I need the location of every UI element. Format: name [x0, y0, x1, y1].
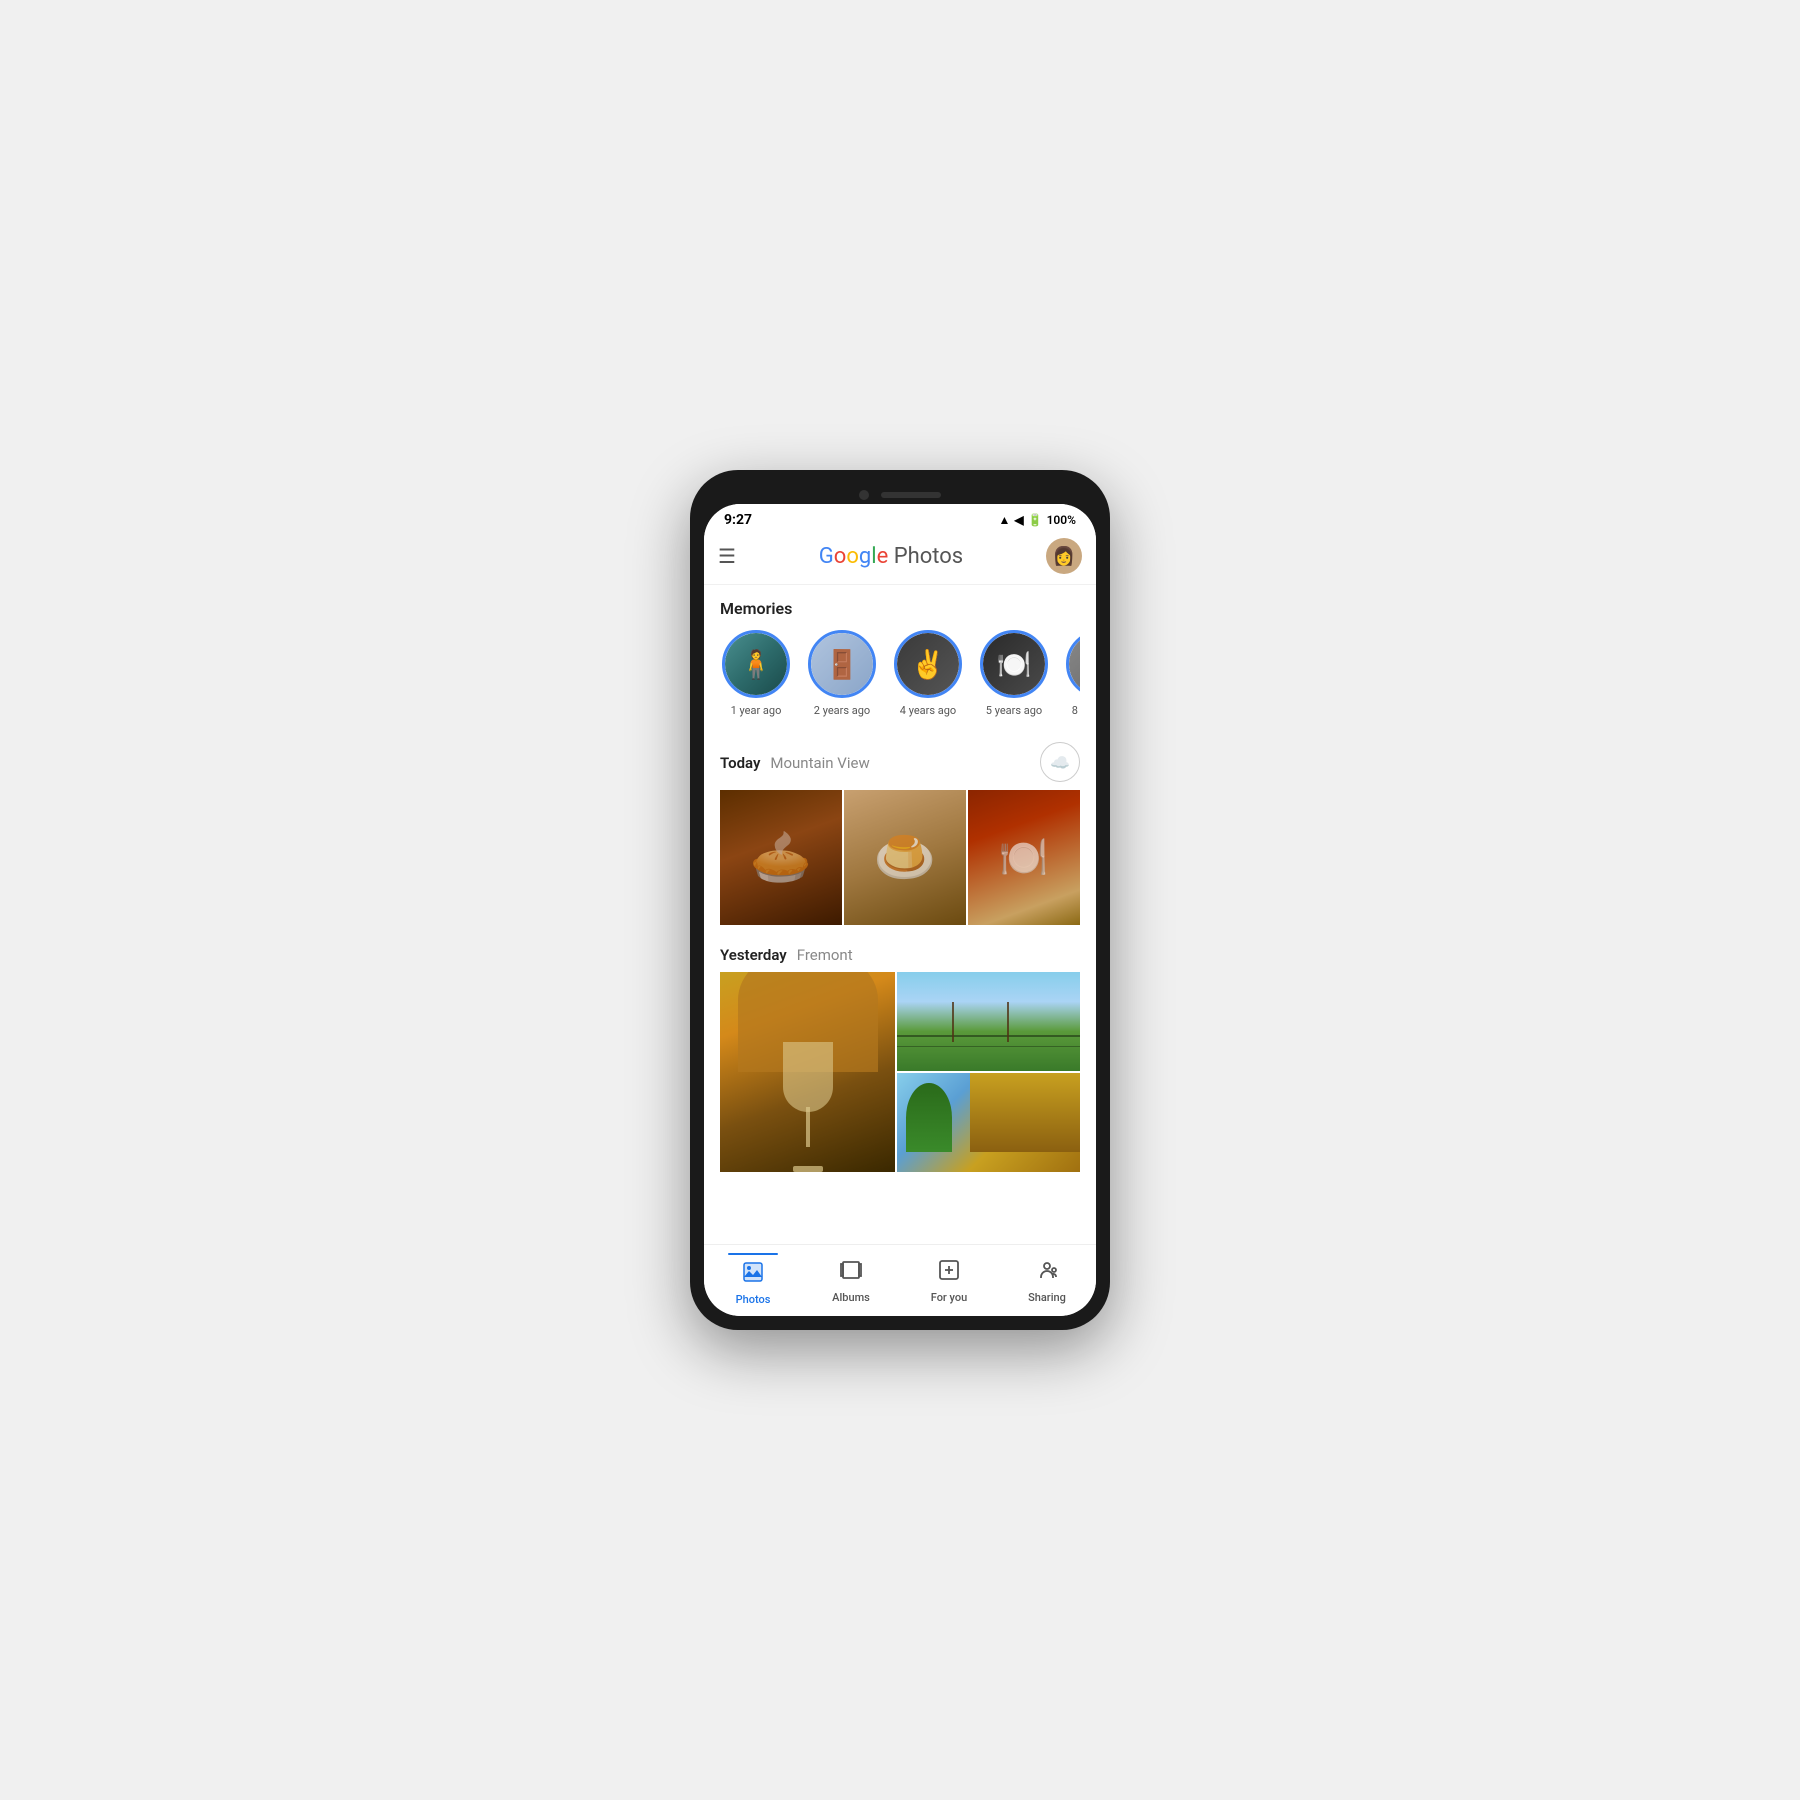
nav-inactive-spacer-3 — [1022, 1253, 1072, 1255]
yesterday-photo-big[interactable] — [720, 972, 895, 1172]
memory-img-8yr: 📷 — [1069, 633, 1080, 695]
avatar-emoji: 👩 — [1053, 546, 1075, 567]
yesterday-photo-building[interactable] — [897, 1073, 1080, 1172]
memory-circle-1yr: 🧍 — [722, 630, 790, 698]
logo-g-letter: G — [819, 544, 834, 569]
today-location: Mountain View — [770, 754, 869, 772]
albums-nav-icon — [839, 1258, 863, 1288]
memory-img-4yr: ✌️ — [897, 633, 959, 695]
foryou-nav-icon — [937, 1258, 961, 1288]
yesterday-location: Fremont — [797, 946, 853, 964]
memory-circle-8yr: 📷 — [1066, 630, 1080, 698]
nav-albums[interactable]: Albums — [802, 1253, 900, 1306]
memories-title: Memories — [720, 599, 1080, 618]
foryou-nav-label: For you — [931, 1291, 967, 1304]
camera-dot — [859, 490, 869, 500]
memory-label-8yr: 8 years ago — [1072, 704, 1080, 718]
yesterday-header: Yesterday Fremont — [720, 945, 1080, 964]
yesterday-photo-vineyard[interactable] — [897, 972, 1080, 1071]
today-label: Today — [720, 754, 760, 772]
today-photo-2[interactable]: 🍮 — [844, 790, 966, 925]
logo-container: Google Photos — [748, 544, 1034, 569]
phone-notch — [704, 484, 1096, 504]
memories-row: 🧍 1 year ago 🚪 2 years ago — [720, 630, 1080, 722]
nav-foryou[interactable]: For you — [900, 1253, 998, 1306]
phone-device: 9:27 ▲ ◀ 🔋 100% ☰ Google Photos 👩 — [690, 470, 1110, 1330]
memory-label-4yr: 4 years ago — [900, 704, 956, 718]
memory-circle-4yr: ✌️ — [894, 630, 962, 698]
bottom-nav: Photos Albums — [704, 1244, 1096, 1316]
today-photo-3[interactable]: 🍽️ — [968, 790, 1080, 925]
today-date-info: Today Mountain View — [720, 753, 870, 772]
memory-img-5yr: 🍽️ — [983, 633, 1045, 695]
albums-nav-label: Albums — [832, 1291, 870, 1304]
logo-e-letter: e — [877, 544, 889, 569]
memories-section: Memories 🧍 1 year ago 🚪 — [704, 585, 1096, 730]
phone-screen: 9:27 ▲ ◀ 🔋 100% ☰ Google Photos 👩 — [704, 504, 1096, 1316]
yesterday-label: Yesterday — [720, 946, 787, 964]
status-bar: 9:27 ▲ ◀ 🔋 100% — [704, 504, 1096, 532]
nav-photos[interactable]: Photos — [704, 1253, 802, 1306]
speaker-bar — [881, 492, 941, 498]
logo-photos-text: Photos — [888, 544, 963, 569]
memory-label-5yr: 5 years ago — [986, 704, 1042, 718]
status-time: 9:27 — [724, 512, 752, 528]
today-photos-grid: 🥧 🍮 🍽️ — [720, 790, 1080, 927]
menu-icon[interactable]: ☰ — [718, 544, 736, 568]
sharing-nav-icon — [1035, 1258, 1059, 1288]
app-header: ☰ Google Photos 👩 — [704, 532, 1096, 585]
today-section: Today Mountain View ☁️ 🥧 🍮 — [704, 730, 1096, 933]
wifi-icon: ▲ — [999, 513, 1011, 527]
logo-google: Google — [819, 544, 888, 569]
nav-sharing[interactable]: Sharing — [998, 1253, 1096, 1306]
memory-img-2yr: 🚪 — [811, 633, 873, 695]
logo-o1-letter: o — [834, 544, 847, 569]
today-header: Today Mountain View ☁️ — [720, 742, 1080, 782]
bottom-spacer — [704, 1180, 1096, 1196]
memory-item-2yr[interactable]: 🚪 2 years ago — [806, 630, 878, 718]
yesterday-row — [720, 972, 1080, 1172]
memory-circle-5yr: 🍽️ — [980, 630, 1048, 698]
yesterday-right-col — [897, 972, 1080, 1172]
memory-item-5yr[interactable]: 🍽️ 5 years ago — [978, 630, 1050, 718]
memory-label-2yr: 2 years ago — [814, 704, 870, 718]
signal-icon: ◀ — [1014, 513, 1023, 527]
memory-img-1yr: 🧍 — [725, 633, 787, 695]
today-photo-1[interactable]: 🥧 — [720, 790, 842, 925]
battery-percent: 100% — [1047, 513, 1076, 527]
logo-g2-letter: g — [859, 544, 871, 569]
nav-active-indicator — [728, 1253, 778, 1255]
nav-inactive-spacer-2 — [924, 1253, 974, 1255]
yesterday-photos-grid — [720, 972, 1080, 1174]
memory-circle-2yr: 🚪 — [808, 630, 876, 698]
yesterday-section: Yesterday Fremont — [704, 933, 1096, 1180]
status-icons: ▲ ◀ 🔋 100% — [999, 513, 1077, 527]
yesterday-date-info: Yesterday Fremont — [720, 945, 853, 964]
photos-nav-label: Photos — [736, 1293, 771, 1306]
cloud-icon: ☁️ — [1050, 753, 1070, 772]
cloud-upload-button[interactable]: ☁️ — [1040, 742, 1080, 782]
scroll-area[interactable]: Memories 🧍 1 year ago 🚪 — [704, 585, 1096, 1244]
sharing-nav-label: Sharing — [1028, 1291, 1066, 1304]
nav-inactive-spacer-1 — [826, 1253, 876, 1255]
battery-icon: 🔋 — [1028, 513, 1043, 527]
logo-o2-letter: o — [846, 544, 859, 569]
memory-item-4yr[interactable]: ✌️ 4 years ago — [892, 630, 964, 718]
memory-item-8yr[interactable]: 📷 8 years ago — [1064, 630, 1080, 718]
memory-item-1yr[interactable]: 🧍 1 year ago — [720, 630, 792, 718]
avatar[interactable]: 👩 — [1046, 538, 1082, 574]
memory-label-1yr: 1 year ago — [731, 704, 782, 718]
photos-nav-icon — [741, 1260, 765, 1290]
